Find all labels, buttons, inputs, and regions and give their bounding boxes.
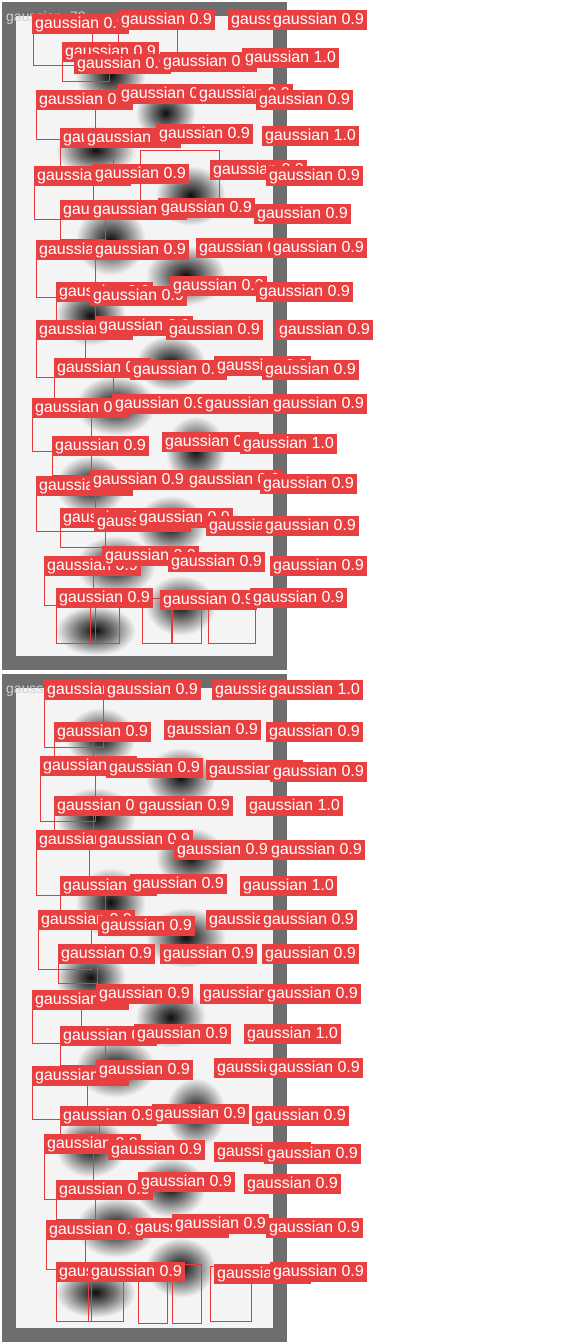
detection-label: gaussian 0.9 <box>98 916 195 936</box>
detection-label: gaussian 0.9 <box>56 588 153 608</box>
detection-label: gaussian 0.9 <box>74 54 171 74</box>
detection-label: gaussian 0.9 <box>244 1174 341 1194</box>
detection-label: gaussian 0.9 <box>266 166 363 186</box>
detection-label: gaussian 0.9 <box>54 722 151 742</box>
detection-label: gaussian 0.9 <box>112 394 209 414</box>
detection-label: gaussian 0.9 <box>118 10 215 30</box>
detection-label: gaussian 1.0 <box>262 126 359 146</box>
detection-label: gaussian 0.9 <box>134 1024 231 1044</box>
detection-label: gaussian 0.9 <box>268 840 365 860</box>
detection-label: gaussian 1.0 <box>240 876 337 896</box>
detection-label: gaussian 0.9 <box>168 552 265 572</box>
detection-label: gaussian 0.9 <box>104 680 201 700</box>
detection-label: gaussian 0.9 <box>136 796 233 816</box>
detection-label: gaussian 0.9 <box>90 470 187 490</box>
detection-label: gaussian 0.9 <box>270 1262 367 1282</box>
detection-label: gaussian 0.9 <box>130 874 227 894</box>
detection-label: gaussian 0.9 <box>156 124 253 144</box>
detection-label: gaussian 0.9 <box>264 984 361 1004</box>
detection-label: gaussian 0.9 <box>266 722 363 742</box>
detection-label: gaussian 0.9 <box>152 1104 249 1124</box>
detection-label: gaussian 0.9 <box>166 320 263 340</box>
detection-label: gaussian 0.9 <box>106 758 203 778</box>
detection-label: gaussian 0.9 <box>60 1106 157 1126</box>
detection-label: gaussian 0.9 <box>138 1172 235 1192</box>
detection-label: gaussian 0.9 <box>160 944 257 964</box>
detection-label: gaussian 0.9 <box>270 394 367 414</box>
detection-label: gaussian 0.9 <box>260 910 357 930</box>
detection-label: gaussian 1.0 <box>240 434 337 454</box>
detection-label: gaussian 0.9 <box>174 840 271 860</box>
detection-label: gaussian 0.9 <box>264 1144 361 1164</box>
detection-label: gaussian 0.9 <box>276 320 373 340</box>
detection-label: gaussian 0.9 <box>256 282 353 302</box>
detection-label: gaussian 1.0 <box>242 48 339 68</box>
detection-label: gaussian 0.9 <box>270 762 367 782</box>
detection-label: gaussian 0.9 <box>270 238 367 258</box>
detection-label: gaussian 0.9 <box>58 944 155 964</box>
detection-label: gaussian 1.0 <box>266 680 363 700</box>
detection-label: gaussian 0.9 <box>164 720 261 740</box>
detection-label: gaussian 1.0 <box>246 796 343 816</box>
detection-label: gaussian 0.9 <box>270 10 367 30</box>
detection-label: gaussian 0.9 <box>46 1220 143 1240</box>
detection-label: gaussian 0.9 <box>256 90 353 110</box>
detection-label: gaussian 0.9 <box>266 1218 363 1238</box>
detection-label: gaussian 0.9 <box>32 14 129 34</box>
detection-label: gaussian 0.9 <box>172 1214 269 1234</box>
detection-label: gaussian 0.9 <box>262 944 359 964</box>
detection-label: gaussian 0.9 <box>96 1060 193 1080</box>
detection-label: gaussian 0.9 <box>130 360 227 380</box>
detection-label: gaussian 0.9 <box>170 276 267 296</box>
detection-label: gaussian 0.9 <box>254 204 351 224</box>
detection-label: gaussian 0.9 <box>96 984 193 1004</box>
detection-label: gaussian 0.9 <box>262 360 359 380</box>
detection-label: gaussian 0.9 <box>262 516 359 536</box>
detections-overlay: gaussian 0.9 gaussian 0.9 gaussian 0.9 gaus… <box>0 0 576 1344</box>
detection-label: gaussian 0.9 <box>260 474 357 494</box>
detection-label: gaussian 0.9 <box>92 240 189 260</box>
detection-label: gaussian 0.9 <box>266 1058 363 1078</box>
detection-label: gaussian 0.9 <box>250 588 347 608</box>
detection-label: gaussian 1.0 <box>244 1024 341 1044</box>
detection-label: gaussian 0.9 <box>158 198 255 218</box>
detection-label: gaussian 0.9 <box>92 164 189 184</box>
detection-label: gaussian 0.9 <box>108 1140 205 1160</box>
detection-label: gaussian 0.9 <box>88 1262 185 1282</box>
detection-label: gaussian 0.9 <box>270 556 367 576</box>
detection-label: gaussian 0.9 <box>52 436 149 456</box>
detection-label: gaussian 0.9 <box>160 590 257 610</box>
detection-label: gaussian 0.9 <box>252 1106 349 1126</box>
